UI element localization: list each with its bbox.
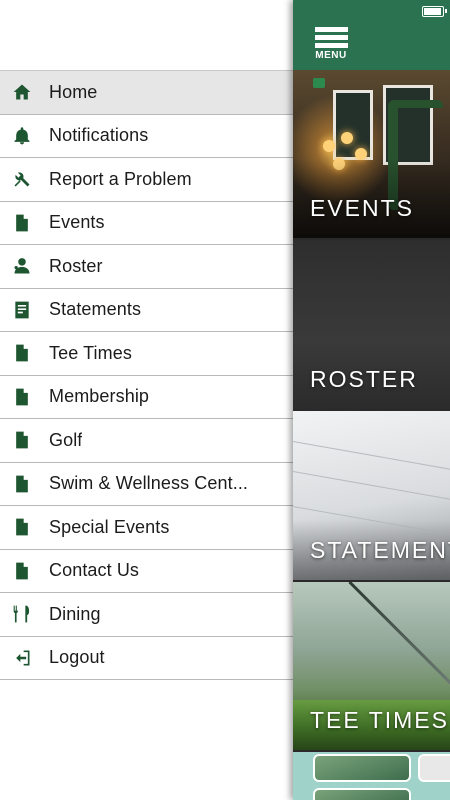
- drawer-header: [0, 0, 293, 70]
- tools-icon: [11, 168, 33, 190]
- drawer-item-statements[interactable]: Statements: [0, 288, 293, 332]
- drawer-item-dining[interactable]: Dining: [0, 593, 293, 637]
- notification-badge-icon: [313, 78, 325, 88]
- drawer-item-label: Events: [49, 212, 105, 233]
- tee-times-tile-label: TEE TIMES: [310, 707, 449, 733]
- document-icon: [11, 473, 33, 495]
- statement-line: [293, 471, 450, 502]
- drawer-item-special-events[interactable]: Special Events: [0, 506, 293, 550]
- drawer-item-label: Notifications: [49, 125, 149, 146]
- navigation-drawer: Home Notifications Report a Problem Events R…: [0, 0, 293, 800]
- drawer-item-notifications[interactable]: Notifications: [0, 114, 293, 158]
- statements-tile-label: STATEMENTS: [310, 537, 450, 563]
- drawer-item-label: Roster: [49, 255, 103, 276]
- roster-tile-label: ROSTER: [310, 366, 418, 392]
- drawer-menu-list: Home Notifications Report a Problem Events R…: [0, 70, 293, 680]
- events-tile[interactable]: EVENTS: [293, 70, 450, 240]
- document-icon: [11, 386, 33, 408]
- events-tile-label: EVENTS: [310, 195, 415, 221]
- golf-club-image: [348, 582, 450, 690]
- drawer-item-membership[interactable]: Membership: [0, 375, 293, 419]
- photo-thumbnail: [418, 754, 450, 782]
- drawer-item-logout[interactable]: Logout: [0, 636, 293, 680]
- photo-thumbnail: [313, 788, 411, 800]
- chandelier-bulb: [323, 140, 335, 152]
- drawer-item-report-a-problem[interactable]: Report a Problem: [0, 158, 293, 202]
- drawer-item-events[interactable]: Events: [0, 201, 293, 245]
- drawer-item-label: Logout: [49, 647, 105, 668]
- drawer-item-tee-times[interactable]: Tee Times: [0, 332, 293, 376]
- document-icon: [11, 212, 33, 234]
- battery-icon: [422, 6, 447, 17]
- top-bar: MENU: [293, 0, 450, 70]
- drawer-item-label: Dining: [49, 603, 101, 624]
- drawer-item-roster[interactable]: Roster: [0, 245, 293, 289]
- logout-icon: [11, 647, 33, 669]
- drawer-item-label: Special Events: [49, 516, 170, 537]
- drawer-item-label: Contact Us: [49, 560, 140, 581]
- next-tile[interactable]: [293, 752, 450, 800]
- statement-icon: [11, 299, 33, 321]
- drawer-item-label: Report a Problem: [49, 168, 192, 189]
- statement-line: [293, 441, 450, 472]
- bell-icon: [11, 125, 33, 147]
- drawer-item-swim-wellness-cent[interactable]: Swim & Wellness Cent...: [0, 462, 293, 506]
- roster-tile[interactable]: ROSTER: [293, 240, 450, 411]
- fork-knife-icon: [11, 603, 33, 625]
- chandelier-bulb: [341, 132, 353, 144]
- home-screen-panel[interactable]: MENU EVENTS ROSTER STATEMENTS TEE TIMES: [293, 0, 450, 800]
- tee-times-tile[interactable]: TEE TIMES: [293, 582, 450, 752]
- menu-button[interactable]: MENU: [313, 27, 349, 63]
- home-icon: [11, 81, 33, 103]
- drawer-item-label: Statements: [49, 299, 142, 320]
- document-icon: [11, 342, 33, 364]
- drawer-item-golf[interactable]: Golf: [0, 419, 293, 463]
- document-icon: [11, 560, 33, 582]
- drawer-item-label: Home: [49, 81, 98, 102]
- drawer-item-label: Tee Times: [49, 342, 132, 363]
- document-icon: [11, 429, 33, 451]
- drawer-item-label: Swim & Wellness Cent...: [49, 473, 249, 494]
- photo-thumbnail: [313, 754, 411, 782]
- drawer-item-home[interactable]: Home: [0, 71, 293, 115]
- person-icon: [11, 255, 33, 277]
- statements-tile[interactable]: STATEMENTS: [293, 411, 450, 582]
- drawer-item-contact-us[interactable]: Contact Us: [0, 549, 293, 593]
- menu-button-label: MENU: [315, 50, 347, 61]
- document-icon: [11, 516, 33, 538]
- hamburger-icon: [314, 27, 348, 51]
- window-image: [333, 90, 373, 160]
- drawer-item-label: Membership: [49, 386, 150, 407]
- drawer-item-label: Golf: [49, 429, 83, 450]
